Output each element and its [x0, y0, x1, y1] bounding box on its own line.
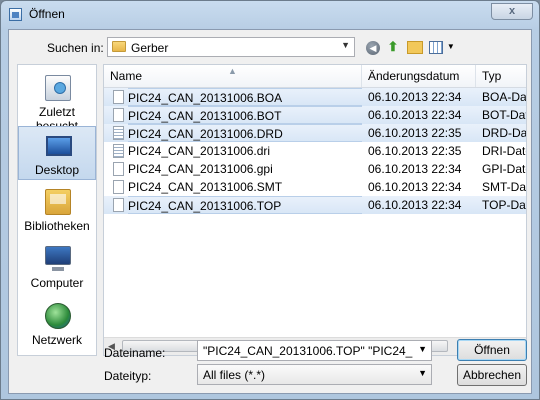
- table-row[interactable]: PIC24_CAN_20131006.DRD 06.10.2013 22:35 DR…: [104, 124, 526, 142]
- table-row[interactable]: PIC24_CAN_20131006.BOA 06.10.2013 22:34 BO…: [104, 88, 526, 106]
- place-desktop[interactable]: Desktop: [18, 126, 96, 180]
- column-header-date[interactable]: Änderungsdatum: [362, 65, 476, 87]
- chevron-down-icon: ▼: [418, 368, 427, 378]
- column-header-name[interactable]: ▲ Name: [104, 65, 362, 87]
- computer-icon: [45, 246, 71, 271]
- column-header-row: ▲ Name Änderungsdatum Typ: [104, 65, 526, 88]
- file-type-cell: GPI-Datei: [482, 162, 526, 176]
- file-icon: [113, 198, 124, 212]
- file-date-cell: 06.10.2013 22:34: [368, 198, 462, 212]
- cancel-button[interactable]: Abbrechen: [457, 364, 527, 386]
- file-date-cell: 06.10.2013 22:35: [368, 126, 462, 140]
- file-name-cell: PIC24_CAN_20131006.TOP: [128, 196, 362, 214]
- file-date-cell: 06.10.2013 22:34: [368, 108, 462, 122]
- folder-icon: [112, 41, 126, 52]
- file-name-cell: PIC24_CAN_20131006.BOA: [128, 88, 362, 106]
- filename-label: Dateiname:: [104, 346, 166, 360]
- recent-places-icon: [45, 75, 71, 101]
- file-icon: [113, 144, 124, 158]
- chevron-down-icon: ▼: [446, 42, 455, 51]
- place-computer[interactable]: Computer: [18, 240, 96, 294]
- look-in-value: Gerber: [131, 41, 169, 55]
- file-name-cell: PIC24_CAN_20131006.gpi: [128, 162, 273, 176]
- window-icon: [9, 8, 22, 21]
- open-dialog-window: Öffnen x Suchen in: Gerber ▼ ◀ ⬆ ▼ Zulet…: [0, 0, 540, 400]
- filetype-select[interactable]: All files (*.*) ▼: [197, 364, 432, 385]
- file-icon: [113, 180, 124, 194]
- filetype-value: All files (*.*): [203, 368, 266, 382]
- file-icon: [113, 162, 124, 176]
- file-icon: [113, 126, 124, 140]
- file-type-cell: TOP-Datei: [482, 198, 526, 212]
- new-folder-icon: [407, 41, 423, 54]
- up-arrow-icon: ⬆: [387, 39, 399, 54]
- file-type-cell: SMT-Datei: [482, 180, 527, 194]
- look-in-label: Suchen in:: [47, 41, 104, 55]
- chevron-down-icon[interactable]: ▼: [341, 40, 350, 50]
- file-date-cell: 06.10.2013 22:34: [368, 180, 462, 194]
- file-name-cell: PIC24_CAN_20131006.DRD: [128, 124, 362, 142]
- file-type-cell: BOT-Datei: [482, 108, 526, 122]
- up-folder-button[interactable]: ⬆: [384, 39, 402, 55]
- title-bar[interactable]: Öffnen x: [1, 1, 539, 29]
- back-arrow-icon: ◀: [366, 41, 380, 55]
- place-label: Bibliotheken: [24, 219, 90, 233]
- place-label: Computer: [30, 276, 84, 290]
- column-header-type[interactable]: Typ: [476, 65, 526, 87]
- table-row[interactable]: PIC24_CAN_20131006.gpi 06.10.2013 22:34 GP…: [104, 160, 526, 178]
- place-recent[interactable]: Zuletzt besucht: [18, 69, 96, 133]
- file-icon: [113, 90, 124, 104]
- new-folder-button[interactable]: [406, 39, 424, 55]
- filetype-label: Dateityp:: [104, 369, 152, 383]
- view-details-icon: [429, 41, 444, 54]
- filename-input[interactable]: "PIC24_CAN_20131006.TOP" "PIC24_CAN_2: [203, 344, 413, 358]
- dialog-body: Suchen in: Gerber ▼ ◀ ⬆ ▼ Zuletzt besuch…: [8, 29, 532, 394]
- file-type-cell: DRI-Datei: [482, 144, 526, 158]
- file-type-cell: BOA-Datei: [482, 90, 527, 104]
- filename-combobox[interactable]: "PIC24_CAN_20131006.TOP" "PIC24_CAN_2 ▼: [197, 340, 432, 361]
- file-name-cell: PIC24_CAN_20131006.SMT: [128, 180, 283, 194]
- column-label-name: Name: [110, 69, 143, 83]
- open-button[interactable]: Öffnen: [457, 339, 527, 361]
- file-date-cell: 06.10.2013 22:34: [368, 162, 462, 176]
- table-row[interactable]: PIC24_CAN_20131006.TOP 06.10.2013 22:34 TO…: [104, 196, 526, 214]
- file-type-cell: DRD-Datei: [482, 126, 527, 140]
- view-menu-button[interactable]: ▼: [429, 39, 455, 55]
- file-list[interactable]: ▲ Name Änderungsdatum Typ PIC24_CAN_2013…: [103, 64, 527, 356]
- place-libraries[interactable]: Bibliotheken: [18, 183, 96, 237]
- look-in-combobox[interactable]: Gerber ▼: [107, 37, 355, 57]
- window-title: Öffnen: [29, 7, 65, 21]
- file-name-cell: PIC24_CAN_20131006.dri: [128, 144, 271, 158]
- chevron-down-icon[interactable]: ▼: [418, 344, 427, 354]
- file-icon: [113, 108, 124, 122]
- file-date-cell: 06.10.2013 22:35: [368, 144, 462, 158]
- place-label: Desktop: [34, 163, 80, 177]
- place-label: Netzwerk: [31, 333, 82, 347]
- network-icon: [45, 303, 71, 329]
- libraries-icon: [45, 189, 71, 215]
- table-row[interactable]: PIC24_CAN_20131006.BOT 06.10.2013 22:34 BO…: [104, 106, 526, 124]
- back-button[interactable]: ◀: [364, 39, 382, 55]
- close-button[interactable]: x: [491, 3, 533, 20]
- place-network[interactable]: Netzwerk: [18, 297, 96, 351]
- table-row[interactable]: PIC24_CAN_20131006.SMT 06.10.2013 22:34 SM…: [104, 178, 526, 196]
- file-date-cell: 06.10.2013 22:34: [368, 90, 462, 104]
- file-name-cell: PIC24_CAN_20131006.BOT: [128, 106, 362, 124]
- desktop-icon: [46, 136, 72, 156]
- places-bar: Zuletzt besucht Desktop Bibliotheken Com…: [17, 64, 97, 356]
- table-row[interactable]: PIC24_CAN_20131006.dri 06.10.2013 22:35 DR…: [104, 142, 526, 160]
- sort-ascending-icon: ▲: [228, 66, 237, 76]
